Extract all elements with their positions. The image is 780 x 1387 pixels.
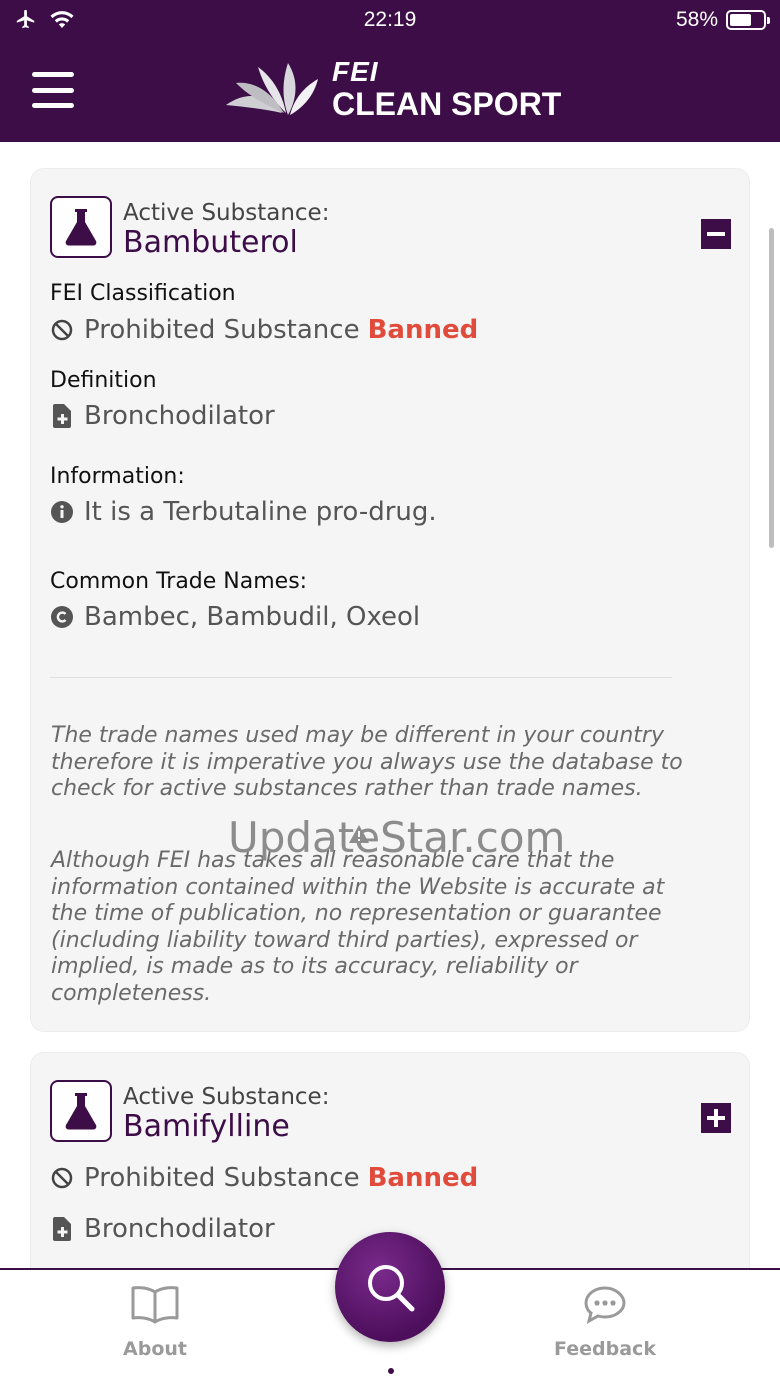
disclaimer-text: Although FEI has takes all reasonable ca… (51, 848, 665, 1006)
trade-names-heading: Common Trade Names: (50, 569, 308, 594)
search-icon (368, 1265, 415, 1312)
plus-icon (707, 1109, 725, 1127)
prohibited-icon (50, 1166, 74, 1190)
search-button[interactable] (335, 1232, 445, 1342)
info-icon (50, 500, 74, 524)
definition-heading: Definition (50, 368, 157, 393)
trade-names-note: The trade names used may be different in… (51, 723, 683, 801)
flask-icon (50, 196, 112, 258)
classification-text: Prohibited Substance (84, 1163, 360, 1193)
copyright-icon (50, 605, 74, 629)
tab-about[interactable]: About (75, 1284, 235, 1360)
flask-icon (50, 1080, 112, 1142)
tab-feedback-label: Feedback (554, 1338, 656, 1360)
document-plus-icon (50, 404, 74, 428)
substance-name: Bamifylline (123, 1109, 290, 1144)
status-badge: Banned (367, 1163, 479, 1193)
chat-icon (525, 1284, 685, 1326)
battery-icon (726, 10, 770, 30)
substance-card: Active Substance: Bambuterol FEI Classif… (30, 168, 750, 1032)
trade-names-row: Bambec, Bambudil, Oxeol (50, 602, 420, 632)
classification-row: Prohibited Substance Banned (50, 1163, 478, 1193)
substance-name: Bambuterol (123, 225, 298, 260)
book-icon (75, 1284, 235, 1326)
substance-list[interactable]: Active Substance: Bambuterol FEI Classif… (0, 142, 780, 1268)
menu-icon[interactable] (32, 72, 74, 108)
watermark: UpdateStar.com (228, 813, 565, 862)
fei-clean-sport-logo: FEI CLEAN SPORT (226, 58, 561, 120)
definition-text: Bronchodilator (84, 401, 275, 431)
trade-names-text: Bambec, Bambudil, Oxeol (84, 602, 421, 632)
tab-about-label: About (123, 1338, 187, 1360)
classification-text: Prohibited Substance (84, 315, 360, 345)
information-row: It is a Terbutaline pro-drug. (50, 497, 437, 527)
document-plus-icon (50, 1217, 74, 1241)
classification-heading: FEI Classification (50, 281, 236, 306)
status-bar: 22:19 58% (0, 0, 780, 40)
substance-label: Active Substance: (123, 200, 330, 226)
logo-fei: FEI (332, 56, 379, 87)
substance-label: Active Substance: (123, 1084, 330, 1110)
minus-icon (707, 232, 725, 236)
status-badge: Banned (367, 315, 479, 345)
information-heading: Information: (50, 464, 185, 489)
prohibited-icon (50, 318, 74, 342)
information-text: It is a Terbutaline pro-drug. (84, 497, 437, 527)
clock: 22:19 (363, 8, 417, 31)
definition-row: Bronchodilator (50, 1214, 275, 1244)
warning-icon (348, 805, 370, 854)
lotus-logo-icon (226, 63, 318, 115)
collapse-button[interactable] (701, 219, 731, 249)
classification-row: Prohibited Substance Banned (50, 315, 478, 345)
battery-percent: 58% (675, 8, 718, 31)
tab-feedback[interactable]: Feedback (525, 1284, 685, 1360)
definition-text: Bronchodilator (84, 1214, 275, 1244)
definition-row: Bronchodilator (50, 401, 275, 431)
scrollbar[interactable] (769, 228, 774, 548)
divider (50, 677, 672, 678)
expand-button[interactable] (701, 1103, 731, 1133)
app-header: 22:19 58% FEI CLEAN SPORT (0, 0, 780, 142)
logo-clean-sport: CLEAN SPORT (332, 86, 562, 122)
page-indicator-dot (388, 1368, 394, 1374)
